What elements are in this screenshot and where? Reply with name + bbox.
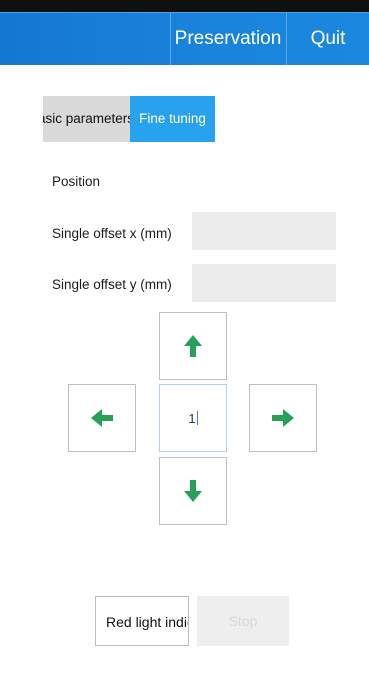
- tab-bar: Basic parameters Fine tuning: [43, 96, 215, 142]
- arrow-right-icon: [272, 409, 294, 427]
- stop-button[interactable]: Stop: [197, 596, 289, 646]
- system-status-strip: [0, 0, 369, 12]
- offset-y-label: Single offset y (mm): [52, 277, 172, 292]
- save-button[interactable]: Preservation: [170, 13, 286, 65]
- tab-fine-tuning[interactable]: Fine tuning: [130, 96, 215, 142]
- offset-x-label: Single offset x (mm): [52, 226, 172, 241]
- red-light-indication-button[interactable]: Red light indication: [95, 596, 189, 646]
- move-down-button[interactable]: [159, 457, 227, 525]
- text-cursor: [196, 411, 198, 425]
- offset-y-input[interactable]: [192, 264, 336, 302]
- move-right-button[interactable]: [249, 384, 317, 452]
- app-header: Preservation Quit: [0, 12, 369, 65]
- tab-basic-parameters[interactable]: Basic parameters: [43, 96, 130, 142]
- quit-button[interactable]: Quit: [287, 13, 369, 65]
- arrow-down-icon: [184, 480, 202, 502]
- move-left-button[interactable]: [68, 384, 136, 452]
- move-up-button[interactable]: [159, 312, 227, 380]
- arrow-up-icon: [184, 335, 202, 357]
- position-label: Position: [52, 174, 101, 189]
- offset-x-input[interactable]: [192, 212, 336, 250]
- step-value-field[interactable]: 1: [159, 384, 227, 452]
- arrow-left-icon: [91, 409, 113, 427]
- step-value: 1: [188, 410, 196, 426]
